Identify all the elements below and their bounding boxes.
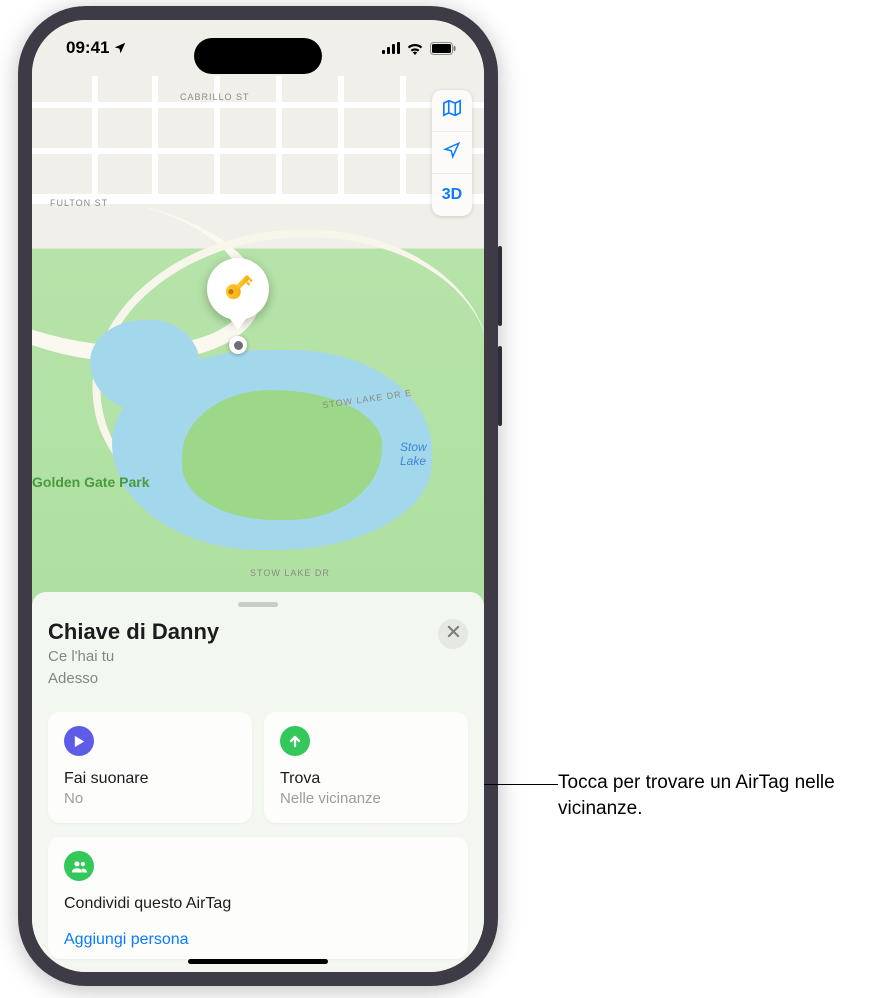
map-mode-button[interactable]: [432, 90, 472, 132]
screen: 09:41: [32, 20, 484, 972]
people-icon: [64, 851, 94, 881]
close-button[interactable]: [438, 619, 468, 649]
play-icon: [64, 726, 94, 756]
street-label-cabrillo: CABRILLO ST: [180, 92, 250, 102]
lake-label: Stow Lake: [400, 440, 427, 468]
battery-icon: [430, 42, 456, 55]
park-label: Golden Gate Park: [32, 474, 149, 490]
three-d-label: 3D: [442, 186, 462, 204]
dynamic-island: [194, 38, 322, 74]
play-title: Fai suonare: [64, 770, 236, 788]
find-subtitle: Nelle vicinanze: [280, 790, 452, 807]
three-d-button[interactable]: 3D: [432, 174, 472, 216]
map-icon: [442, 99, 462, 122]
item-subtitle-1: Ce l'hai tu: [48, 647, 219, 667]
sheet-grabber[interactable]: [238, 602, 278, 607]
home-indicator[interactable]: [188, 959, 328, 964]
street-label-stow: STOW LAKE DR: [250, 568, 330, 578]
share-tile[interactable]: Condividi questo AirTag Aggiungi persona: [48, 837, 468, 959]
callout-text: Tocca per trovare un AirTag nelle vicina…: [558, 770, 896, 821]
close-icon: [447, 625, 460, 643]
share-title: Condividi questo AirTag: [64, 895, 452, 913]
play-subtitle: No: [64, 790, 236, 807]
cellular-icon: [382, 42, 400, 54]
find-tile[interactable]: Trova Nelle vicinanze: [264, 712, 468, 823]
wifi-icon: [406, 42, 424, 55]
play-sound-tile[interactable]: Fai suonare No: [48, 712, 252, 823]
phone-frame: 09:41: [18, 6, 498, 986]
airtag-map-pin[interactable]: [207, 258, 269, 320]
locate-me-button[interactable]: [432, 132, 472, 174]
add-person-link[interactable]: Aggiungi persona: [64, 931, 452, 949]
location-arrow-icon: [443, 141, 461, 164]
pin-location-dot: [229, 336, 247, 354]
arrow-up-icon: [280, 726, 310, 756]
key-icon: [218, 267, 258, 312]
map-controls: 3D: [432, 90, 472, 216]
find-title: Trova: [280, 770, 452, 788]
item-title: Chiave di Danny: [48, 619, 219, 645]
detail-sheet[interactable]: Chiave di Danny Ce l'hai tu Adesso Fai s…: [32, 592, 484, 972]
status-time: 09:41: [66, 38, 109, 58]
item-subtitle-2: Adesso: [48, 669, 219, 689]
location-arrow-icon: [113, 41, 127, 55]
